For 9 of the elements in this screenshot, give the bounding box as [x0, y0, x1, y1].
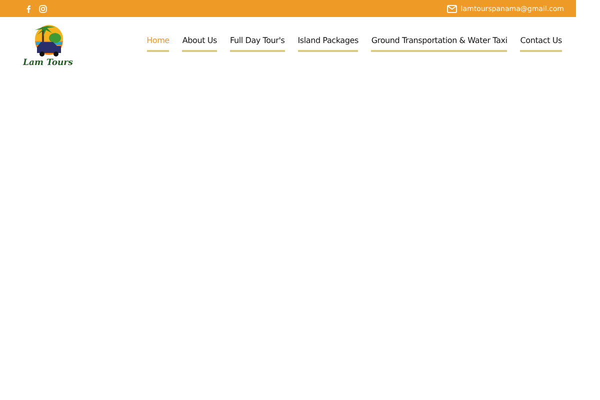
logo-text[interactable]: Lam Tours: [23, 58, 73, 68]
instagram-icon[interactable]: [39, 4, 47, 12]
nav-link[interactable]: Island Packages: [298, 36, 358, 52]
nav-link[interactable]: Ground Transportation & Water Taxi: [371, 36, 508, 52]
mail-icon: [446, 4, 457, 12]
nav-link[interactable]: Full Day Tour's: [230, 36, 285, 52]
nav-link[interactable]: About Us: [182, 36, 218, 52]
nav-link[interactable]: Contact Us: [520, 36, 562, 52]
facebook-icon[interactable]: [26, 4, 31, 12]
